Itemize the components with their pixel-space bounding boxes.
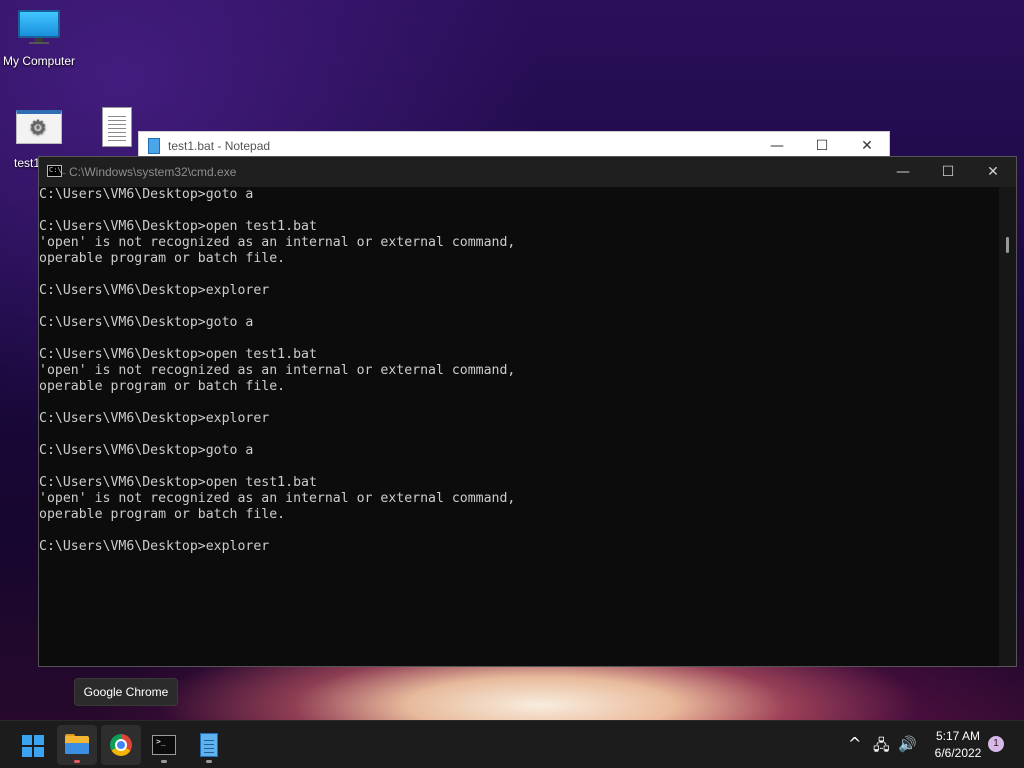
console-line: operable program or batch file. (39, 379, 286, 394)
console-line: operable program or batch file. (39, 507, 286, 522)
cmd-window[interactable]: C:\_ C:\Windows\system32\cmd.exe — ☐ ✕ C… (38, 156, 1017, 667)
clock-time: 5:17 AM (935, 729, 981, 743)
console-output[interactable]: C:\Users\VM6\Desktop>goto a C:\Users\VM6\… (39, 187, 1000, 666)
console-line: C:\Users\VM6\Desktop>goto a (39, 443, 254, 458)
taskbar: >_ ^ 🖧 🔊 5:17 AM 6/6/2022 1 (0, 720, 1024, 768)
chrome-icon (110, 734, 132, 756)
show-hidden-icons-chevron-icon[interactable]: ^ (848, 734, 861, 753)
cmd-maximize-button[interactable]: ☐ (925, 158, 971, 186)
notepad-icon (200, 733, 218, 757)
text-document-icon (102, 107, 132, 147)
console-line: C:\Users\VM6\Desktop>explorer (39, 539, 270, 554)
volume-icon[interactable]: 🔊 (898, 735, 917, 753)
notepad-icon (148, 138, 160, 154)
taskbar-notepad[interactable] (189, 725, 229, 765)
console-line: C:\Users\VM6\Desktop>open test1.bat (39, 219, 317, 234)
console-line: 'open' is not recognized as an internal … (39, 491, 516, 506)
running-indicator (74, 760, 80, 763)
console-line: C:\Users\VM6\Desktop>explorer (39, 411, 270, 426)
running-indicator (206, 760, 212, 763)
console-line: 'open' is not recognized as an internal … (39, 363, 516, 378)
network-icon[interactable]: 🖧 (873, 735, 890, 760)
console-line: C:\Users\VM6\Desktop>goto a (39, 315, 254, 330)
cmd-close-button[interactable]: ✕ (970, 158, 1016, 186)
notepad-title: test1.bat - Notepad (168, 139, 271, 153)
console-scrollbar[interactable] (999, 187, 1016, 666)
cmd-icon: C:\_ (47, 165, 66, 177)
running-indicator (161, 760, 167, 763)
folder-icon (65, 734, 89, 754)
console-line: C:\Users\VM6\Desktop>open test1.bat (39, 475, 317, 490)
clock-date: 6/6/2022 (934, 746, 982, 760)
cmd-minimize-button[interactable]: — (880, 158, 926, 186)
console-line: C:\Users\VM6\Desktop>explorer (39, 283, 270, 298)
cmd-title: C:\Windows\system32\cmd.exe (69, 165, 237, 179)
console-line: 'open' is not recognized as an internal … (39, 235, 516, 250)
desktop-icon-label: My Computer (2, 54, 76, 68)
clock[interactable]: 5:17 AM 6/6/2022 (922, 728, 994, 762)
desktop-icon-my-computer[interactable]: My Computer (0, 10, 78, 68)
scrollbar-thumb[interactable] (1006, 237, 1009, 253)
windows-logo-icon (22, 735, 44, 757)
taskbar-google-chrome[interactable] (101, 725, 141, 765)
batch-file-icon: ⚙ (16, 110, 62, 144)
start-button[interactable] (12, 725, 52, 765)
desktop-icon-text-document[interactable] (100, 107, 134, 147)
taskbar-command-prompt[interactable]: >_ (144, 725, 184, 765)
chrome-tooltip: Google Chrome (74, 678, 178, 706)
taskbar-file-explorer[interactable] (57, 725, 97, 765)
monitor-icon (18, 10, 60, 44)
console-line: C:\Users\VM6\Desktop>open test1.bat (39, 347, 317, 362)
console-line: operable program or batch file. (39, 251, 286, 266)
notification-badge[interactable]: 1 (988, 736, 1004, 752)
console-line: C:\Users\VM6\Desktop>goto a (39, 187, 254, 202)
cmd-title-bar[interactable]: C:\_ C:\Windows\system32\cmd.exe — ☐ ✕ (39, 157, 1016, 187)
terminal-icon: >_ (152, 735, 176, 755)
